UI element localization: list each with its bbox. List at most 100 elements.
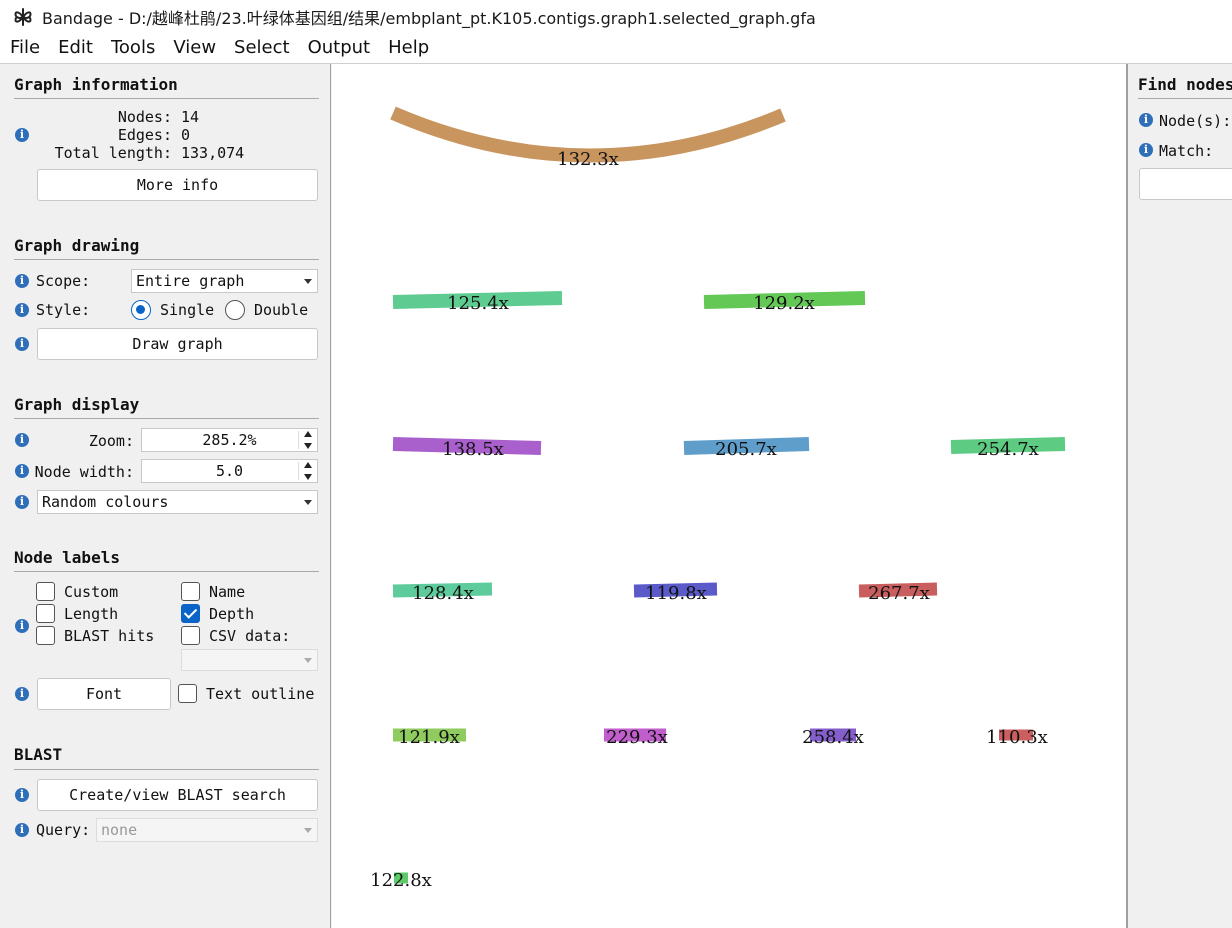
info-icon[interactable]: i [15,788,29,802]
info-icon[interactable]: i [1139,143,1153,157]
graph-node[interactable]: 267.7x [858,582,938,604]
find-nodes-label: Node(s): [1159,112,1232,130]
title-bar: Bandage - D:/越峰杜鹃/23.叶绿体基因组/结果/embplant_… [0,0,1232,33]
graph-node-depth-label: 132.3x [557,149,619,170]
spin-divider [298,431,299,449]
blast-hits-label-text: BLAST hits [64,627,155,645]
menu-select[interactable]: Select [224,33,298,63]
section-divider [14,418,319,419]
style-double-label: Double [254,301,309,319]
section-divider [14,769,319,770]
query-dropdown[interactable]: none [96,818,318,842]
chevron-down-icon [304,500,312,505]
menu-tools[interactable]: Tools [101,33,163,63]
scope-label: Scope: [36,272,91,290]
colour-scheme-dropdown[interactable]: Random colours [37,490,318,514]
total-length-label: Total length: [54,144,172,162]
name-label-checkbox[interactable] [181,582,200,601]
text-outline-checkbox[interactable] [178,684,197,703]
graph-node[interactable]: 110.3x [986,727,1048,748]
menu-bar: File Edit Tools View Select Output Help [0,33,1232,64]
spin-down-icon[interactable] [304,443,312,449]
graph-node[interactable]: 128.4x [392,582,493,604]
chevron-down-icon [304,828,312,833]
find-nodes-title: Find nodes [1138,75,1232,94]
graph-node[interactable]: 229.3x [604,727,668,748]
menu-view[interactable]: View [163,33,224,63]
nodes-value: 14 [181,108,200,126]
zoom-spin-buttons[interactable] [301,430,315,450]
menu-help[interactable]: Help [378,33,437,63]
scope-dropdown[interactable]: Entire graph [131,269,318,293]
query-value: none [101,821,138,839]
query-label: Query: [36,821,91,839]
graph-node-depth-label: 129.2x [753,293,815,314]
node-width-spin-buttons[interactable] [301,461,315,481]
info-icon[interactable]: i [15,823,29,837]
graph-node[interactable]: 205.7x [683,437,810,460]
graph-display-title: Graph display [14,395,140,414]
node-width-spinbox[interactable]: 5.0 [141,459,318,483]
chevron-down-icon [304,279,312,284]
spin-down-icon[interactable] [304,474,312,480]
info-icon[interactable]: i [15,495,29,509]
menu-edit[interactable]: Edit [48,33,101,63]
left-control-panel: Graph information i Nodes: 14 Edges: 0 T… [0,64,331,928]
graph-node[interactable]: 119.8x [633,582,718,604]
graph-node[interactable]: 258.4x [802,727,864,748]
graph-node[interactable]: 132.3x [390,106,786,170]
draw-graph-button[interactable]: Draw graph [37,328,318,360]
info-icon[interactable]: i [15,274,29,288]
graph-node[interactable]: 125.4x [392,291,563,314]
length-label-text: Length [64,605,119,623]
graph-node[interactable]: 138.5x [392,437,542,460]
spin-divider [298,462,299,480]
colour-scheme-value: Random colours [42,493,169,511]
csv-data-dropdown[interactable] [181,649,318,671]
graph-information-title: Graph information [14,75,178,94]
chevron-down-icon [304,658,312,663]
graph-node-depth-label: 267.7x [868,583,930,604]
create-blast-search-button[interactable]: Create/view BLAST search [37,779,318,811]
info-icon[interactable]: i [15,337,29,351]
style-double-radio[interactable] [225,300,245,320]
match-label: Match: [1159,142,1214,160]
menu-output[interactable]: Output [298,33,379,63]
font-button[interactable]: Font [37,678,171,710]
name-label-text: Name [209,583,246,601]
graph-node-depth-label: 205.7x [715,439,777,460]
spin-up-icon[interactable] [304,431,312,437]
edges-label: Edges: [117,126,172,144]
style-label: Style: [36,301,91,319]
edges-value: 0 [181,126,191,144]
info-icon[interactable]: i [15,619,29,633]
custom-label-checkbox[interactable] [36,582,55,601]
graph-node-depth-label: 128.4x [412,583,474,604]
spin-up-icon[interactable] [304,462,312,468]
section-divider [14,571,319,572]
csv-data-label-checkbox[interactable] [181,626,200,645]
graph-node[interactable]: 129.2x [703,291,866,314]
graph-node[interactable]: 122.8x [370,870,432,891]
info-icon[interactable]: i [15,303,29,317]
info-icon[interactable]: i [1139,113,1153,127]
blast-hits-label-checkbox[interactable] [36,626,55,645]
scope-value: Entire graph [136,272,245,290]
graph-node-depth-label: 119.8x [645,583,707,604]
graph-node[interactable]: 121.9x [393,727,466,748]
graph-node-depth-label: 229.3x [606,727,668,748]
zoom-label: Zoom: [88,432,134,450]
find-nodes-button[interactable] [1139,168,1232,200]
style-single-radio[interactable] [131,300,151,320]
graph-canvas[interactable]: 132.3x 125.4x 129.2x 138.5x 205.7x 254.7x 128.… [332,64,1126,928]
length-label-checkbox[interactable] [36,604,55,623]
zoom-spinbox[interactable]: 285.2% [141,428,318,452]
more-info-button[interactable]: More info [37,169,318,201]
graph-node[interactable]: 254.7x [950,437,1066,460]
nodes-label: Nodes: [117,108,172,126]
menu-file[interactable]: File [0,33,48,63]
graph-node-depth-label: 258.4x [802,727,864,748]
info-icon[interactable]: i [15,687,29,701]
graph-drawing[interactable]: 132.3x 125.4x 129.2x 138.5x 205.7x 254.7x 128.… [332,64,1126,928]
depth-label-checkbox[interactable] [181,604,200,623]
